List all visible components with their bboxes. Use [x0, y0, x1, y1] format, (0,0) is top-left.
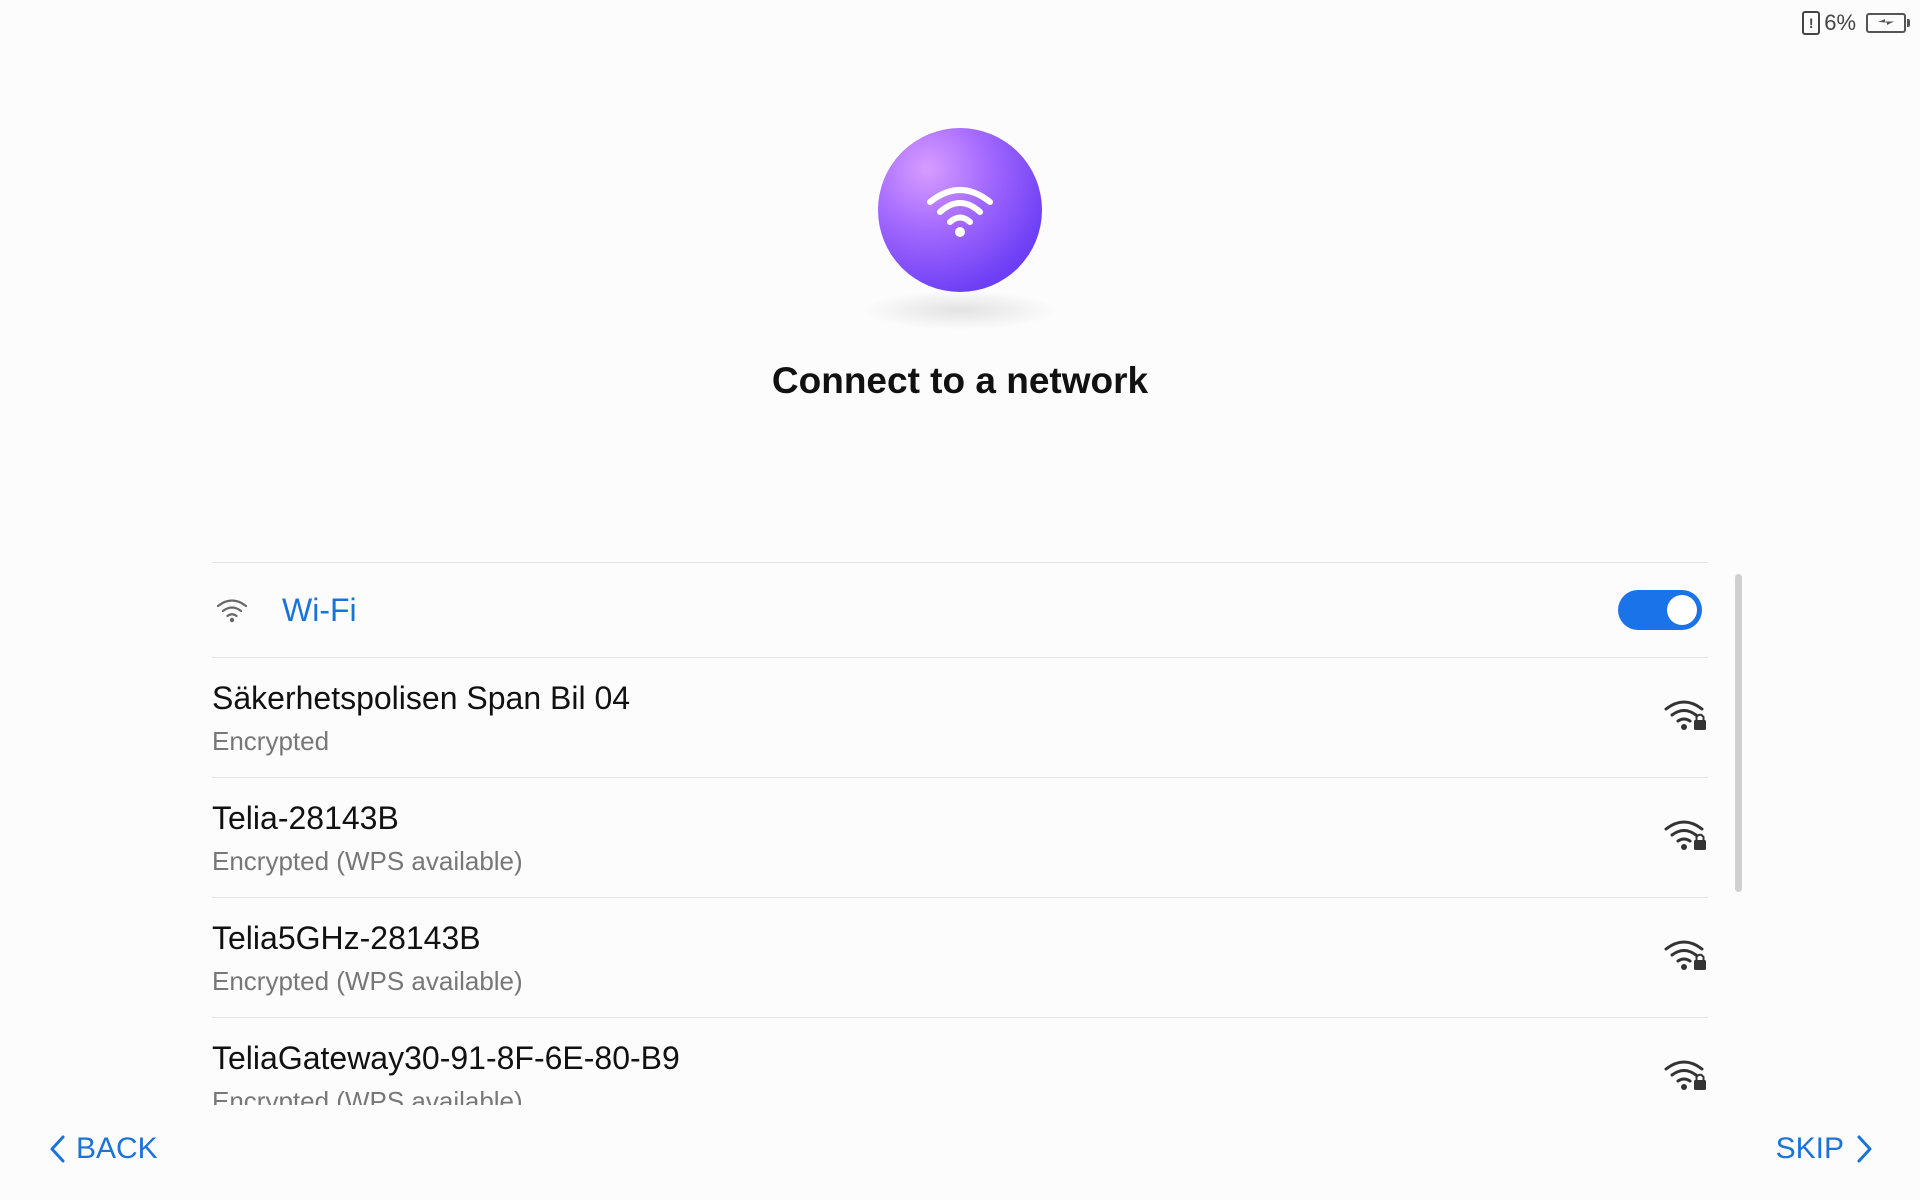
network-name: TeliaGateway30-91-8F-6E-80-B9 [212, 1040, 680, 1076]
network-item[interactable]: Säkerhetspolisen Span Bil 04 Encrypted [212, 658, 1708, 778]
wifi-toggle-row[interactable]: Wi-Fi [212, 563, 1708, 658]
setup-wifi-screen: ! 6% Connect to a network Wi-Fi Säkerhet… [0, 0, 1920, 1200]
wifi-locked-icon [1664, 698, 1708, 737]
network-name: Telia-28143B [212, 800, 399, 836]
hero-shadow [862, 290, 1058, 330]
network-name: Säkerhetspolisen Span Bil 04 [212, 680, 631, 716]
network-item[interactable]: Telia5GHz-28143B Encrypted (WPS availabl… [212, 898, 1708, 1018]
back-button[interactable]: BACK [48, 1132, 158, 1166]
back-label: BACK [76, 1132, 158, 1165]
alert-icon: ! [1802, 11, 1821, 35]
network-status: Encrypted (WPS available) [212, 1086, 523, 1105]
skip-button[interactable]: SKIP [1776, 1132, 1874, 1166]
skip-label: SKIP [1775, 1132, 1844, 1165]
list-scrollbar[interactable] [1735, 574, 1742, 892]
chevron-right-icon [1857, 1135, 1872, 1163]
network-name: Telia5GHz-28143B [212, 920, 481, 956]
wifi-locked-icon [1664, 938, 1708, 977]
wifi-hero-icon [878, 128, 1042, 292]
wifi-locked-icon [1664, 1058, 1708, 1097]
network-status: Encrypted [212, 726, 330, 756]
wifi-label: Wi-Fi [282, 591, 357, 628]
battery-percent: 6% [1824, 10, 1856, 35]
wifi-toggle[interactable] [1618, 590, 1702, 630]
chevron-left-icon [50, 1135, 65, 1163]
wifi-network-list[interactable]: Wi-Fi Säkerhetspolisen Span Bil 04 Encry… [212, 562, 1708, 1105]
network-item[interactable]: Telia-28143B Encrypted (WPS available) [212, 778, 1708, 898]
hero-graphic [878, 128, 1042, 292]
battery-charging-icon [1866, 13, 1910, 33]
wifi-icon [216, 597, 248, 623]
network-status: Encrypted (WPS available) [212, 966, 523, 996]
network-status: Encrypted (WPS available) [212, 846, 523, 876]
status-bar: ! 6% [1802, 10, 1910, 36]
network-item[interactable]: TeliaGateway30-91-8F-6E-80-B9 Encrypted … [212, 1018, 1708, 1105]
page-title: Connect to a network [771, 360, 1149, 401]
toggle-knob [1667, 595, 1697, 625]
wifi-locked-icon [1664, 818, 1708, 857]
